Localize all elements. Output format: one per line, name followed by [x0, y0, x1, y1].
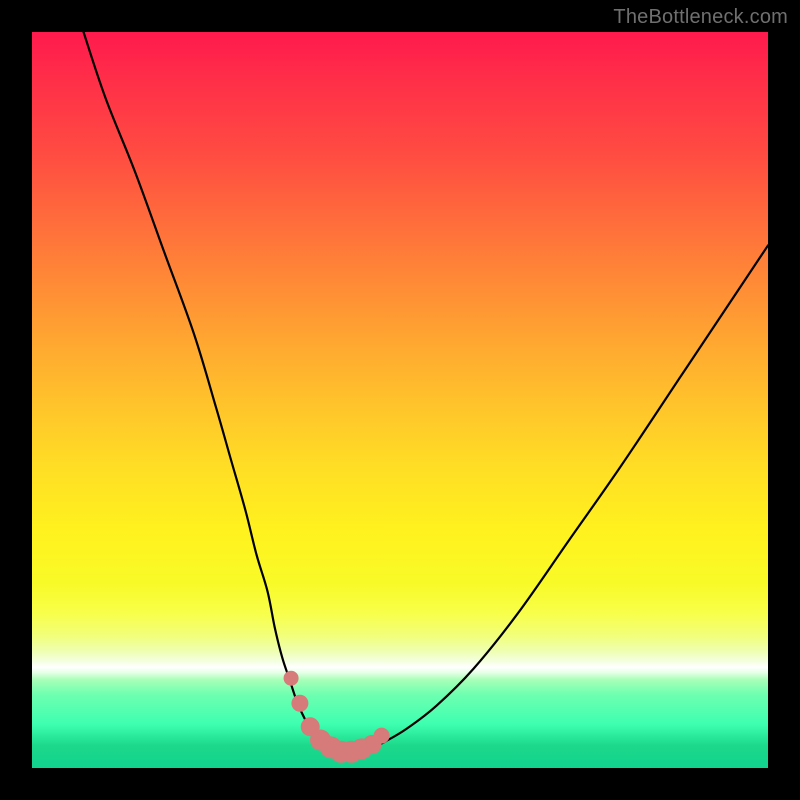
- trough-marker: [284, 671, 299, 686]
- chart-frame: TheBottleneck.com: [0, 0, 800, 800]
- trough-markers: [284, 671, 390, 763]
- trough-marker: [374, 728, 390, 744]
- bottleneck-curve: [84, 32, 768, 753]
- watermark-label: TheBottleneck.com: [613, 6, 788, 29]
- bottleneck-curve-svg: [32, 32, 768, 768]
- trough-marker: [291, 695, 308, 712]
- plot-area: [32, 32, 768, 768]
